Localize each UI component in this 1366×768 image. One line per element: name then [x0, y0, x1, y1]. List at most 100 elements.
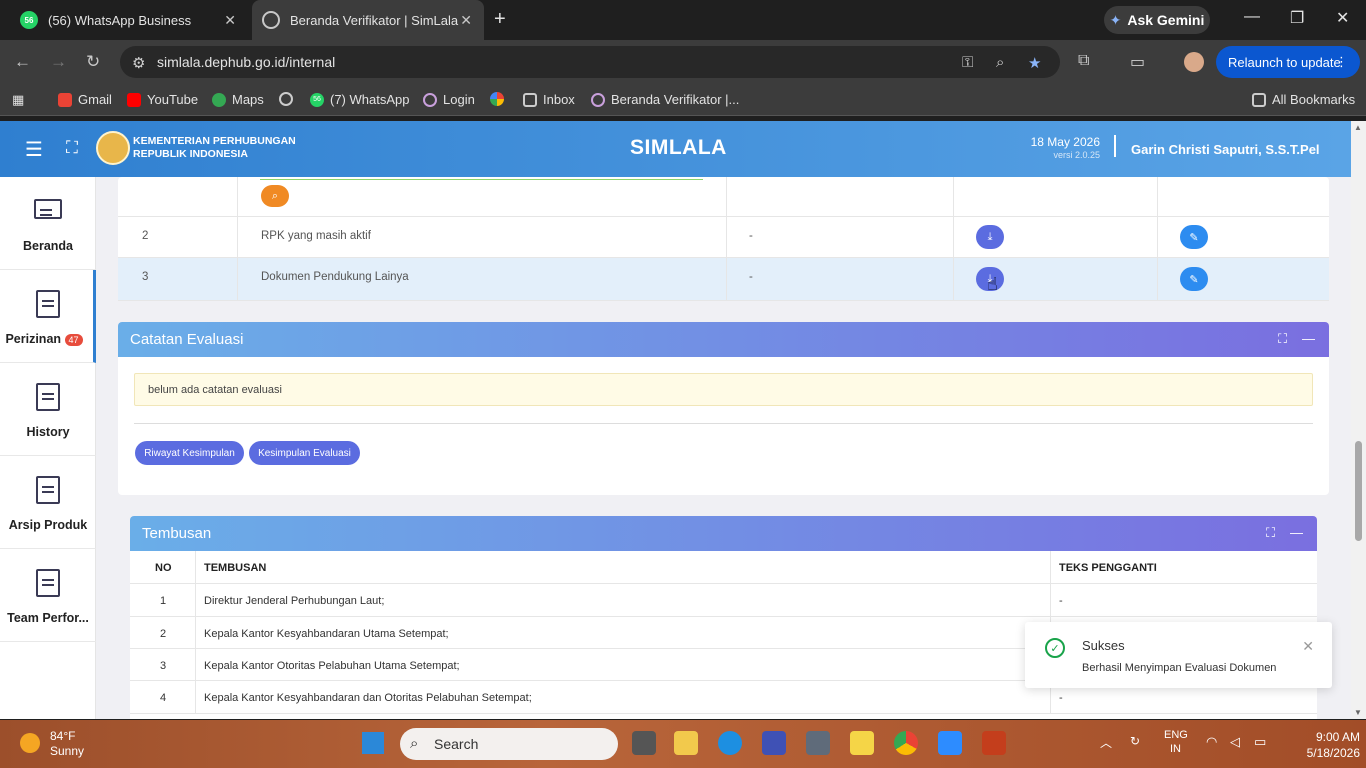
- scroll-up-icon[interactable]: ▲: [1354, 123, 1362, 132]
- user-name[interactable]: Garin Christi Saputri, S.S.T.Pel: [1131, 142, 1320, 157]
- close-icon[interactable]: ✕: [460, 12, 472, 29]
- divider: [134, 423, 1313, 424]
- document-name: Dokumen Pendukung Lainya: [261, 271, 409, 283]
- row-number: 3: [160, 660, 167, 672]
- evaluation-note: belum ada catatan evaluasi: [134, 373, 1313, 406]
- toast-close-icon[interactable]: ✕: [1302, 638, 1314, 655]
- windows-start-icon[interactable]: [362, 732, 384, 754]
- edit-button[interactable]: ✎: [1180, 225, 1208, 249]
- bookmark-maps[interactable]: Maps: [212, 92, 264, 107]
- back-icon[interactable]: ←: [14, 52, 31, 72]
- download-button[interactable]: ⤓: [976, 225, 1004, 249]
- bookmark-star-icon[interactable]: ★: [1028, 54, 1041, 72]
- sidebar-item-history[interactable]: History: [0, 363, 96, 456]
- search-icon: ⌕: [410, 735, 419, 752]
- task-view-icon[interactable]: [632, 731, 656, 755]
- taskbar-search[interactable]: ⌕ Search: [400, 728, 618, 760]
- cell: -: [1051, 584, 1317, 616]
- maximize-icon[interactable]: ❐: [1290, 8, 1304, 28]
- zoom-icon[interactable]: ⌕: [996, 54, 1004, 71]
- sidebar-item-beranda[interactable]: Beranda: [0, 177, 96, 270]
- cell: Dokumen Pendukung Lainya: [238, 258, 727, 300]
- window-close-icon[interactable]: ✕: [1336, 8, 1349, 28]
- close-icon[interactable]: ✕: [224, 12, 236, 29]
- tab-whatsapp[interactable]: 56 (56) WhatsApp Business ✕: [8, 0, 248, 40]
- cast-icon[interactable]: ▭: [1130, 52, 1145, 72]
- scroll-down-icon[interactable]: ▼: [1354, 708, 1362, 717]
- bookmark-beranda[interactable]: Beranda Verifikator |...: [591, 92, 739, 107]
- volume-icon[interactable]: ◁: [1230, 734, 1240, 750]
- clock-date: 5/18/2026: [1306, 746, 1360, 760]
- search-button[interactable]: ⌕: [261, 185, 289, 207]
- ask-gemini-button[interactable]: ✦ Ask Gemini: [1104, 6, 1210, 34]
- cell: -: [727, 258, 954, 300]
- bookmark-gmail[interactable]: Gmail: [58, 92, 112, 107]
- ministry-name: KEMENTERIAN PERHUBUNGAN REPUBLIK INDONES…: [133, 135, 296, 161]
- sticky-notes-icon[interactable]: [850, 731, 874, 755]
- bookmark-login[interactable]: Login: [423, 92, 475, 107]
- battery-icon[interactable]: ▭: [1254, 734, 1266, 750]
- new-tab-button[interactable]: +: [494, 8, 506, 31]
- collapse-icon[interactable]: —: [1290, 525, 1303, 540]
- tab-simlala[interactable]: Beranda Verifikator | SimLala ✕: [252, 0, 484, 40]
- expand-icon[interactable]: ⛶: [1266, 525, 1275, 541]
- bookmark-globe[interactable]: [279, 92, 293, 106]
- key-icon[interactable]: ⚿: [962, 54, 973, 71]
- powerpoint-icon[interactable]: [982, 731, 1006, 755]
- zoom-icon[interactable]: [938, 731, 962, 755]
- reload-icon[interactable]: ↻: [86, 52, 100, 72]
- bookmark-whatsapp[interactable]: 56 (7) WhatsApp: [310, 92, 409, 107]
- address-bar[interactable]: ⚙ simlala.dephub.go.id/internal ⚿ ⌕ ★: [120, 46, 1060, 78]
- cell: 1: [130, 584, 196, 616]
- extensions-icon[interactable]: ⧉: [1078, 52, 1089, 70]
- scrollbar-thumb[interactable]: [1355, 441, 1362, 541]
- chevron-up-icon[interactable]: ︿: [1100, 734, 1112, 751]
- language-indicator[interactable]: ENG IN: [1164, 728, 1188, 756]
- success-toast: ✓ Sukses Berhasil Menyimpan Evaluasi Dok…: [1025, 622, 1332, 688]
- app-icon[interactable]: [762, 731, 786, 755]
- riwayat-kesimpulan-button[interactable]: Riwayat Kesimpulan: [135, 441, 244, 465]
- sidebar-item-arsip-produk[interactable]: Arsip Produk: [0, 456, 96, 549]
- minimize-icon[interactable]: —: [1244, 8, 1260, 26]
- apps-grid-icon[interactable]: ▦: [12, 92, 24, 108]
- hamburger-menu-icon[interactable]: ☰: [25, 137, 43, 162]
- kesimpulan-evaluasi-button[interactable]: Kesimpulan Evaluasi: [249, 441, 360, 465]
- camera-icon[interactable]: [806, 731, 830, 755]
- menu-dots-icon: ⋮: [1335, 54, 1348, 69]
- fullscreen-icon[interactable]: ⛶: [66, 138, 78, 158]
- edge-icon[interactable]: [718, 731, 742, 755]
- document-icon: [36, 476, 60, 504]
- sidebar-item-perizinan[interactable]: Perizinan 47: [0, 270, 96, 363]
- sync-icon[interactable]: ↻: [1130, 734, 1140, 748]
- pinwheel-icon: [490, 92, 504, 106]
- chrome-icon[interactable]: [894, 731, 918, 755]
- sidebar-item-team-performance[interactable]: Team Perfor...: [0, 549, 96, 642]
- bookmark-pinwheel[interactable]: [490, 92, 504, 106]
- header-cell: TEMBUSAN: [196, 551, 1051, 583]
- page-scrollbar[interactable]: ▲ ▼: [1351, 121, 1366, 719]
- bookmark-youtube[interactable]: YouTube: [127, 92, 198, 107]
- site-info-icon[interactable]: ⚙: [132, 54, 145, 72]
- relaunch-button[interactable]: Relaunch to update ⋮: [1216, 46, 1360, 78]
- bookmark-label: YouTube: [147, 92, 199, 107]
- relaunch-label: Relaunch to update: [1228, 54, 1341, 70]
- profile-avatar[interactable]: [1184, 52, 1204, 72]
- forward-icon[interactable]: →: [50, 52, 67, 72]
- whatsapp-icon: 56: [20, 11, 38, 29]
- header-divider: [1114, 135, 1116, 157]
- bookmark-inbox[interactable]: Inbox: [523, 92, 575, 107]
- sidebar-item-label: History: [26, 425, 70, 439]
- tembusan-name: Direktur Jenderal Perhubungan Laut;: [204, 595, 385, 607]
- teks-pengganti: -: [1059, 595, 1063, 607]
- edit-button[interactable]: ✎: [1180, 267, 1208, 291]
- system-clock[interactable]: 9:00 AM 5/18/2026: [1290, 729, 1360, 761]
- weather-widget[interactable]: 84°F Sunny: [20, 729, 84, 759]
- collapse-icon[interactable]: —: [1302, 331, 1315, 346]
- whatsapp-icon: 56: [310, 92, 324, 107]
- all-bookmarks[interactable]: All Bookmarks: [1252, 92, 1355, 107]
- wifi-icon[interactable]: ◠: [1206, 734, 1217, 750]
- document-name: RPK yang masih aktif: [261, 230, 371, 242]
- expand-icon[interactable]: ⛶: [1278, 331, 1287, 347]
- file-explorer-icon[interactable]: [674, 731, 698, 755]
- sidebar: Beranda Perizinan 47 History Arsip Produ…: [0, 177, 96, 719]
